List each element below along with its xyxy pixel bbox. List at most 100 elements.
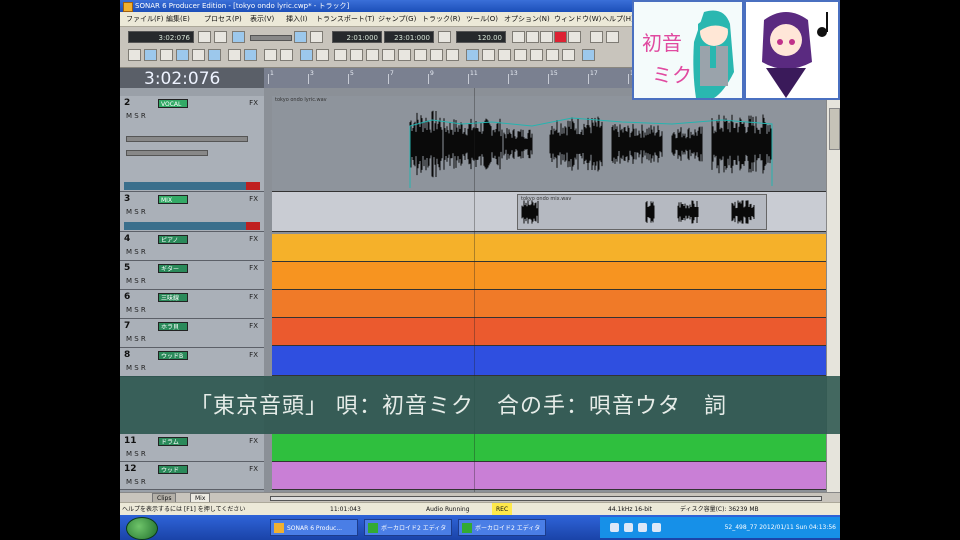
key-icon[interactable] [546,49,559,61]
task-vocaloid-2[interactable]: ボーカロイド2 エディタ [458,519,546,536]
tool-scrub-icon[interactable] [208,49,221,61]
track-view-icon[interactable] [280,49,293,61]
clip-horagai[interactable] [272,318,826,346]
tool-erase-icon[interactable] [192,49,205,61]
tempo-icon[interactable] [482,49,495,61]
track-name[interactable]: ウッドB [158,351,188,360]
menu-window[interactable]: ウィンドウ(W) [554,13,601,25]
track-header-piano[interactable]: 4 ピアノ M S R FX [120,232,264,261]
rewind-button[interactable] [198,31,211,43]
time-display[interactable]: 3:02:076 [128,31,194,43]
snap-grid-icon[interactable] [228,49,241,61]
track-fx-button[interactable]: FX [249,293,258,301]
track-name[interactable]: ホラ貝 [158,322,188,331]
tray-security-icon[interactable] [638,523,647,532]
start-button[interactable] [126,517,158,540]
event-list-icon[interactable] [446,49,459,61]
tool-select-icon[interactable] [128,49,141,61]
horizontal-scrollbar[interactable] [270,496,822,501]
track-header-horagai[interactable]: 7 ホラ貝 M S R FX [120,319,264,348]
track-msr-buttons[interactable]: M S R [126,248,146,256]
menu-view[interactable]: 表示(V) [250,13,274,25]
track-msr-buttons[interactable]: M S R [126,478,146,486]
scrub-slider[interactable] [250,35,292,41]
marker-icon[interactable] [264,49,277,61]
track-name[interactable]: ウッド [158,465,188,474]
marker-button[interactable] [214,31,227,43]
track-header-drums[interactable]: 11 ドラム M S R FX [120,434,264,462]
track-msr-buttons[interactable]: M S R [126,112,146,120]
zoom-icon[interactable] [466,49,479,61]
synth-icon[interactable] [366,49,379,61]
track-name[interactable]: 三味線 [158,293,188,302]
tray-network-icon[interactable] [610,523,619,532]
sysx-icon[interactable] [562,49,575,61]
track-header-woodbass[interactable]: 8 ウッドB M S R FX [120,348,264,377]
clip-guitar[interactable] [272,262,826,290]
clip-mix[interactable]: tokyo ondo mix.wav [272,192,826,232]
loop-button[interactable] [310,31,323,43]
track-header-vocal[interactable]: 2 VOCAL M S R FX [120,96,264,192]
track-msr-buttons[interactable]: M S R [126,208,146,216]
tempo-field[interactable]: 120.00 [456,31,506,43]
lyrics-icon[interactable] [498,49,511,61]
go-start-icon[interactable] [512,31,525,43]
loop-icon[interactable] [606,31,619,43]
track-header-guitar[interactable]: 5 ギター M S R FX [120,261,264,290]
track-msr-buttons[interactable]: M S R [126,277,146,285]
help-icon[interactable] [582,49,595,61]
loop-start-field[interactable]: 2:01:000 [332,31,382,43]
video-icon[interactable] [514,49,527,61]
record-icon[interactable] [554,31,567,43]
bus-icon[interactable] [350,49,363,61]
track-msr-buttons[interactable]: M S R [126,335,146,343]
play-icon[interactable] [540,31,553,43]
track-header-wood[interactable]: 12 ウッド M S R FX [120,462,264,490]
metronome-icon[interactable] [590,31,603,43]
track-msr-buttons[interactable]: M S R [126,306,146,314]
menu-track[interactable]: トラック(R) [422,13,460,25]
menu-insert[interactable]: 挿入(I) [286,13,308,25]
scroll-thumb[interactable] [829,108,840,150]
view-icon[interactable] [244,49,257,61]
loop-construction-icon[interactable] [414,49,427,61]
mix-clip-body[interactable]: tokyo ondo mix.wav [517,194,767,230]
track-fx-button[interactable]: FX [249,235,258,243]
tool-edit-icon[interactable] [160,49,173,61]
task-sonar[interactable]: SONAR 6 Produc... [270,519,358,536]
track-fx-button[interactable]: FX [249,351,258,359]
clip-wood[interactable] [272,462,826,490]
clip-piano[interactable] [272,234,826,262]
tray-app-icon[interactable] [652,523,661,532]
volume-slider[interactable] [126,136,248,142]
snap-button[interactable] [294,31,307,43]
record-mode-icon[interactable] [232,31,245,43]
track-name[interactable]: VOCAL [158,99,188,108]
go-end-icon[interactable] [568,31,581,43]
track-fx-button[interactable]: FX [249,99,258,107]
clip-woodbass[interactable] [272,346,826,376]
track-header-shamisen[interactable]: 6 三味線 M S R FX [120,290,264,319]
menu-jump[interactable]: ジャンプ(G) [378,13,416,25]
menu-tools[interactable]: ツール(O) [466,13,498,25]
track-fx-button[interactable]: FX [249,264,258,272]
fx-icon[interactable] [316,49,329,61]
loop-end-field[interactable]: 23:01:000 [384,31,434,43]
meter-icon[interactable] [530,49,543,61]
menu-options[interactable]: オプション(N) [504,13,550,25]
track-fx-button[interactable]: FX [249,195,258,203]
track-header-mix[interactable]: 3 MIX M S R FX [120,192,264,232]
clip-vocal[interactable]: tokyo ondo lyric.wav [272,96,826,192]
menu-process[interactable]: プロセス(P) [204,13,242,25]
track-name[interactable]: ピアノ [158,235,188,244]
punch-button[interactable] [438,31,451,43]
tool-draw-icon[interactable] [176,49,189,61]
menu-edit[interactable]: 編集(E) [166,13,190,25]
menu-help[interactable]: ヘルプ(H) [602,13,634,25]
pan-slider[interactable] [126,150,208,156]
track-name[interactable]: ギター [158,264,188,273]
staff-icon[interactable] [398,49,411,61]
track-name[interactable]: MIX [158,195,188,204]
tool-move-icon[interactable] [144,49,157,61]
clip-drums[interactable] [272,434,826,462]
